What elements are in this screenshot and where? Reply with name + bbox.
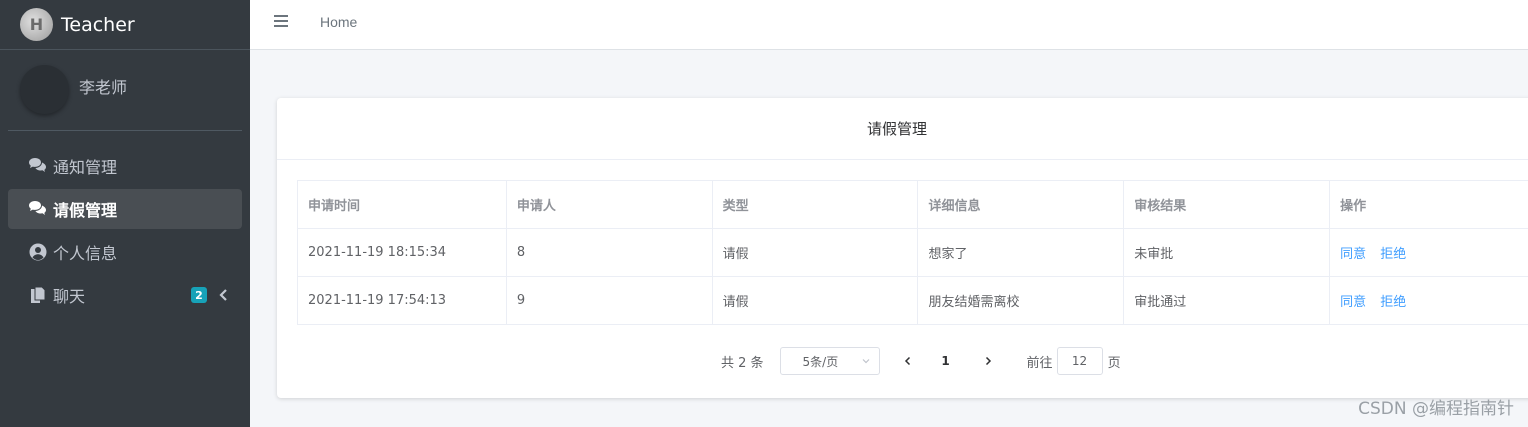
top-navbar: Home (250, 0, 1528, 50)
cell-type: 请假 (711, 276, 919, 325)
page-suffix-label: 页 (1107, 355, 1121, 371)
copy-icon (28, 285, 48, 305)
sidebar-item-label: 个人信息 (53, 244, 118, 263)
chat-count-badge: 2 (191, 287, 207, 303)
sidebar-item-label: 请假管理 (53, 201, 118, 220)
sidebar-item-label: 通知管理 (53, 158, 118, 177)
cell-detail: 想家了 (917, 228, 1125, 277)
goto-page-input[interactable]: 12 (1056, 347, 1103, 375)
next-page-button[interactable] (974, 347, 1002, 375)
cell-type: 请假 (711, 228, 919, 277)
cell-actions: 同意 拒绝 (1329, 228, 1528, 277)
menu-toggle-icon[interactable] (274, 15, 288, 29)
pagination-total: 共 2 条 (721, 355, 764, 371)
cell-time: 2021-11-19 18:15:34 (297, 228, 507, 277)
sidebar-item-label: 聊天 (53, 287, 86, 306)
cell-time: 2021-11-19 17:54:13 (297, 276, 507, 325)
avatar[interactable] (20, 65, 69, 114)
reject-button[interactable]: 拒绝 (1380, 247, 1406, 262)
table-header-row: 申请时间 申请人 类型 详细信息 审核结果 操作 (297, 180, 1528, 229)
page-title: 请假管理 (277, 98, 1528, 160)
chevron-right-icon (985, 356, 991, 366)
goto-label: 前往 (1026, 355, 1053, 371)
column-header[interactable]: 详细信息 (917, 180, 1125, 229)
chevron-left-icon (904, 356, 910, 366)
column-header[interactable]: 申请时间 (297, 180, 507, 229)
cell-applicant: 8 (505, 228, 713, 277)
prev-page-button[interactable] (894, 347, 922, 375)
comments-icon (28, 156, 48, 176)
sidebar-item-profile[interactable]: 个人信息 (8, 232, 242, 272)
sidebar: H Teacher 李老师 通知管理 请假管理 个人信息 聊天 2 (0, 0, 250, 427)
table-row: 2021-11-19 18:15:34 8 请假 想家了 未审批 同意 拒绝 (297, 228, 1528, 277)
reject-button[interactable]: 拒绝 (1380, 295, 1406, 310)
column-header[interactable]: 类型 (711, 180, 919, 229)
leave-management-card: 请假管理 申请时间 申请人 类型 详细信息 审核结果 操作 2021-11-19… (277, 98, 1528, 398)
home-link[interactable]: Home (320, 14, 357, 30)
chevron-down-icon (862, 359, 869, 364)
sidebar-item-leave[interactable]: 请假管理 (8, 189, 242, 229)
sidebar-item-chat[interactable]: 聊天 2 (8, 275, 242, 315)
cell-detail: 朋友结婚需离校 (917, 276, 1125, 325)
column-header[interactable]: 审核结果 (1123, 180, 1331, 229)
cell-actions: 同意 拒绝 (1329, 276, 1528, 325)
user-panel: 李老师 (8, 50, 242, 131)
cell-applicant: 9 (505, 276, 713, 325)
user-name[interactable]: 李老师 (79, 74, 127, 98)
pagination: 共 2 条 5条/页 1 前往 12 页 (721, 347, 1121, 375)
brand-logo-icon: H (20, 8, 53, 41)
watermark: CSDN @编程指南针 (1358, 399, 1514, 419)
approve-button[interactable]: 同意 (1340, 295, 1366, 310)
cell-result: 审批通过 (1123, 276, 1331, 325)
sidebar-nav: 通知管理 请假管理 个人信息 聊天 2 (8, 146, 242, 318)
comments-icon (28, 199, 48, 219)
user-circle-icon (28, 242, 48, 262)
page-number-current[interactable]: 1 (932, 347, 960, 375)
page-size-select[interactable]: 5条/页 (779, 347, 880, 375)
page-size-value: 5条/页 (802, 354, 839, 369)
column-header[interactable]: 申请人 (505, 180, 713, 229)
sidebar-item-notice[interactable]: 通知管理 (8, 146, 242, 186)
leave-table: 申请时间 申请人 类型 详细信息 审核结果 操作 2021-11-19 18:1… (297, 180, 1528, 325)
table-row: 2021-11-19 17:54:13 9 请假 朋友结婚需离校 审批通过 同意… (297, 276, 1528, 325)
chevron-left-icon[interactable] (216, 286, 230, 304)
approve-button[interactable]: 同意 (1340, 247, 1366, 262)
brand-link[interactable]: H Teacher (0, 0, 250, 50)
cell-result: 未审批 (1123, 228, 1331, 277)
page-jumper: 前往 12 页 (1027, 347, 1121, 375)
brand-text: Teacher (61, 13, 135, 36)
column-header[interactable]: 操作 (1329, 180, 1528, 229)
